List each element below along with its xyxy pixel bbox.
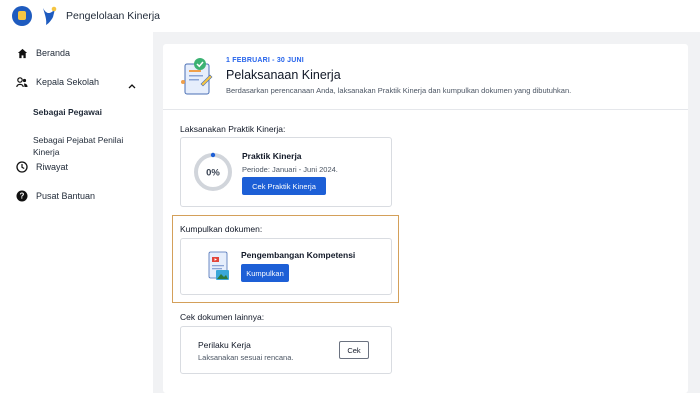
period-date: 1 FEBRUARI - 30 JUNI bbox=[226, 57, 304, 64]
section-label-praktik: Laksanakan Praktik Kinerja: bbox=[180, 124, 286, 134]
sidebar-item-beranda[interactable]: Beranda bbox=[16, 47, 70, 59]
perilaku-kerja-card: Perilaku Kerja Laksanakan sesuai rencana… bbox=[180, 326, 392, 374]
praktik-kinerja-card: 0% Praktik Kinerja Periode: Januari - Ju… bbox=[180, 137, 392, 207]
sidebar-item-kepala-sekolah[interactable]: Kepala Sekolah bbox=[16, 76, 99, 88]
chevron-up-icon[interactable] bbox=[128, 76, 136, 94]
page-title: Pelaksanaan Kinerja bbox=[226, 68, 341, 82]
sidebar-subitem-pejabat-penilai[interactable]: Sebagai Pejabat Penilai Kinerja bbox=[33, 134, 123, 158]
sidebar: Beranda Kepala Sekolah Sebagai Pegawai S… bbox=[0, 32, 153, 393]
help-icon: ? bbox=[16, 190, 28, 202]
sidebar-item-label: Pusat Bantuan bbox=[36, 191, 96, 201]
svg-text:?: ? bbox=[20, 192, 25, 201]
sidebar-item-label: Kepala Sekolah bbox=[36, 77, 100, 87]
sidebar-subitem-sebagai-pegawai[interactable]: Sebagai Pegawai bbox=[33, 106, 102, 118]
users-icon bbox=[16, 76, 28, 88]
praktik-period: Periode: Januari - Juni 2024. bbox=[242, 165, 338, 174]
page-description: Berdasarkan perencanaan Anda, laksanakan… bbox=[226, 86, 572, 95]
content-panel: 1 FEBRUARI - 30 JUNI Pelaksanaan Kinerja… bbox=[163, 44, 688, 393]
main-content: 1 FEBRUARI - 30 JUNI Pelaksanaan Kinerja… bbox=[153, 32, 700, 393]
dokumen-title: Pengembangan Kompetensi bbox=[241, 250, 356, 260]
top-bar: Pengelolaan Kinerja bbox=[0, 0, 700, 32]
app-logo[interactable] bbox=[40, 6, 58, 26]
sidebar-item-pusat-bantuan[interactable]: ? Pusat Bantuan bbox=[16, 190, 95, 202]
perilaku-subtitle: Laksanakan sesuai rencana. bbox=[198, 353, 294, 362]
sidebar-subitem-label: Kinerja bbox=[33, 147, 60, 157]
cek-praktik-kinerja-button[interactable]: Cek Praktik Kinerja bbox=[242, 177, 326, 195]
progress-ring: 0% bbox=[192, 151, 234, 193]
progress-percent: 0% bbox=[206, 168, 220, 179]
section-label-dokumen: Kumpulkan dokumen: bbox=[180, 224, 263, 234]
sidebar-subitem-label: Sebagai Pejabat Penilai bbox=[33, 135, 124, 145]
home-icon bbox=[16, 47, 28, 59]
sidebar-item-label: Riwayat bbox=[36, 162, 69, 172]
section-label-lainnya: Cek dokumen lainnya: bbox=[180, 312, 265, 322]
kemdikbud-logo[interactable] bbox=[12, 6, 32, 26]
document-icon bbox=[206, 250, 232, 287]
cek-button[interactable]: Cek bbox=[339, 341, 369, 359]
hero-section: 1 FEBRUARI - 30 JUNI Pelaksanaan Kinerja… bbox=[163, 44, 688, 110]
app-title: Pengelolaan Kinerja bbox=[66, 10, 160, 22]
kumpulkan-button[interactable]: Kumpulkan bbox=[241, 264, 289, 282]
document-illustration-icon bbox=[179, 54, 217, 98]
perilaku-title: Perilaku Kerja bbox=[198, 340, 251, 350]
pengembangan-kompetensi-card: Pengembangan Kompetensi Kumpulkan bbox=[180, 238, 392, 295]
sidebar-item-riwayat[interactable]: Riwayat bbox=[16, 161, 68, 173]
praktik-title: Praktik Kinerja bbox=[242, 151, 302, 161]
sidebar-item-label: Beranda bbox=[36, 48, 71, 58]
clock-icon bbox=[16, 161, 28, 173]
